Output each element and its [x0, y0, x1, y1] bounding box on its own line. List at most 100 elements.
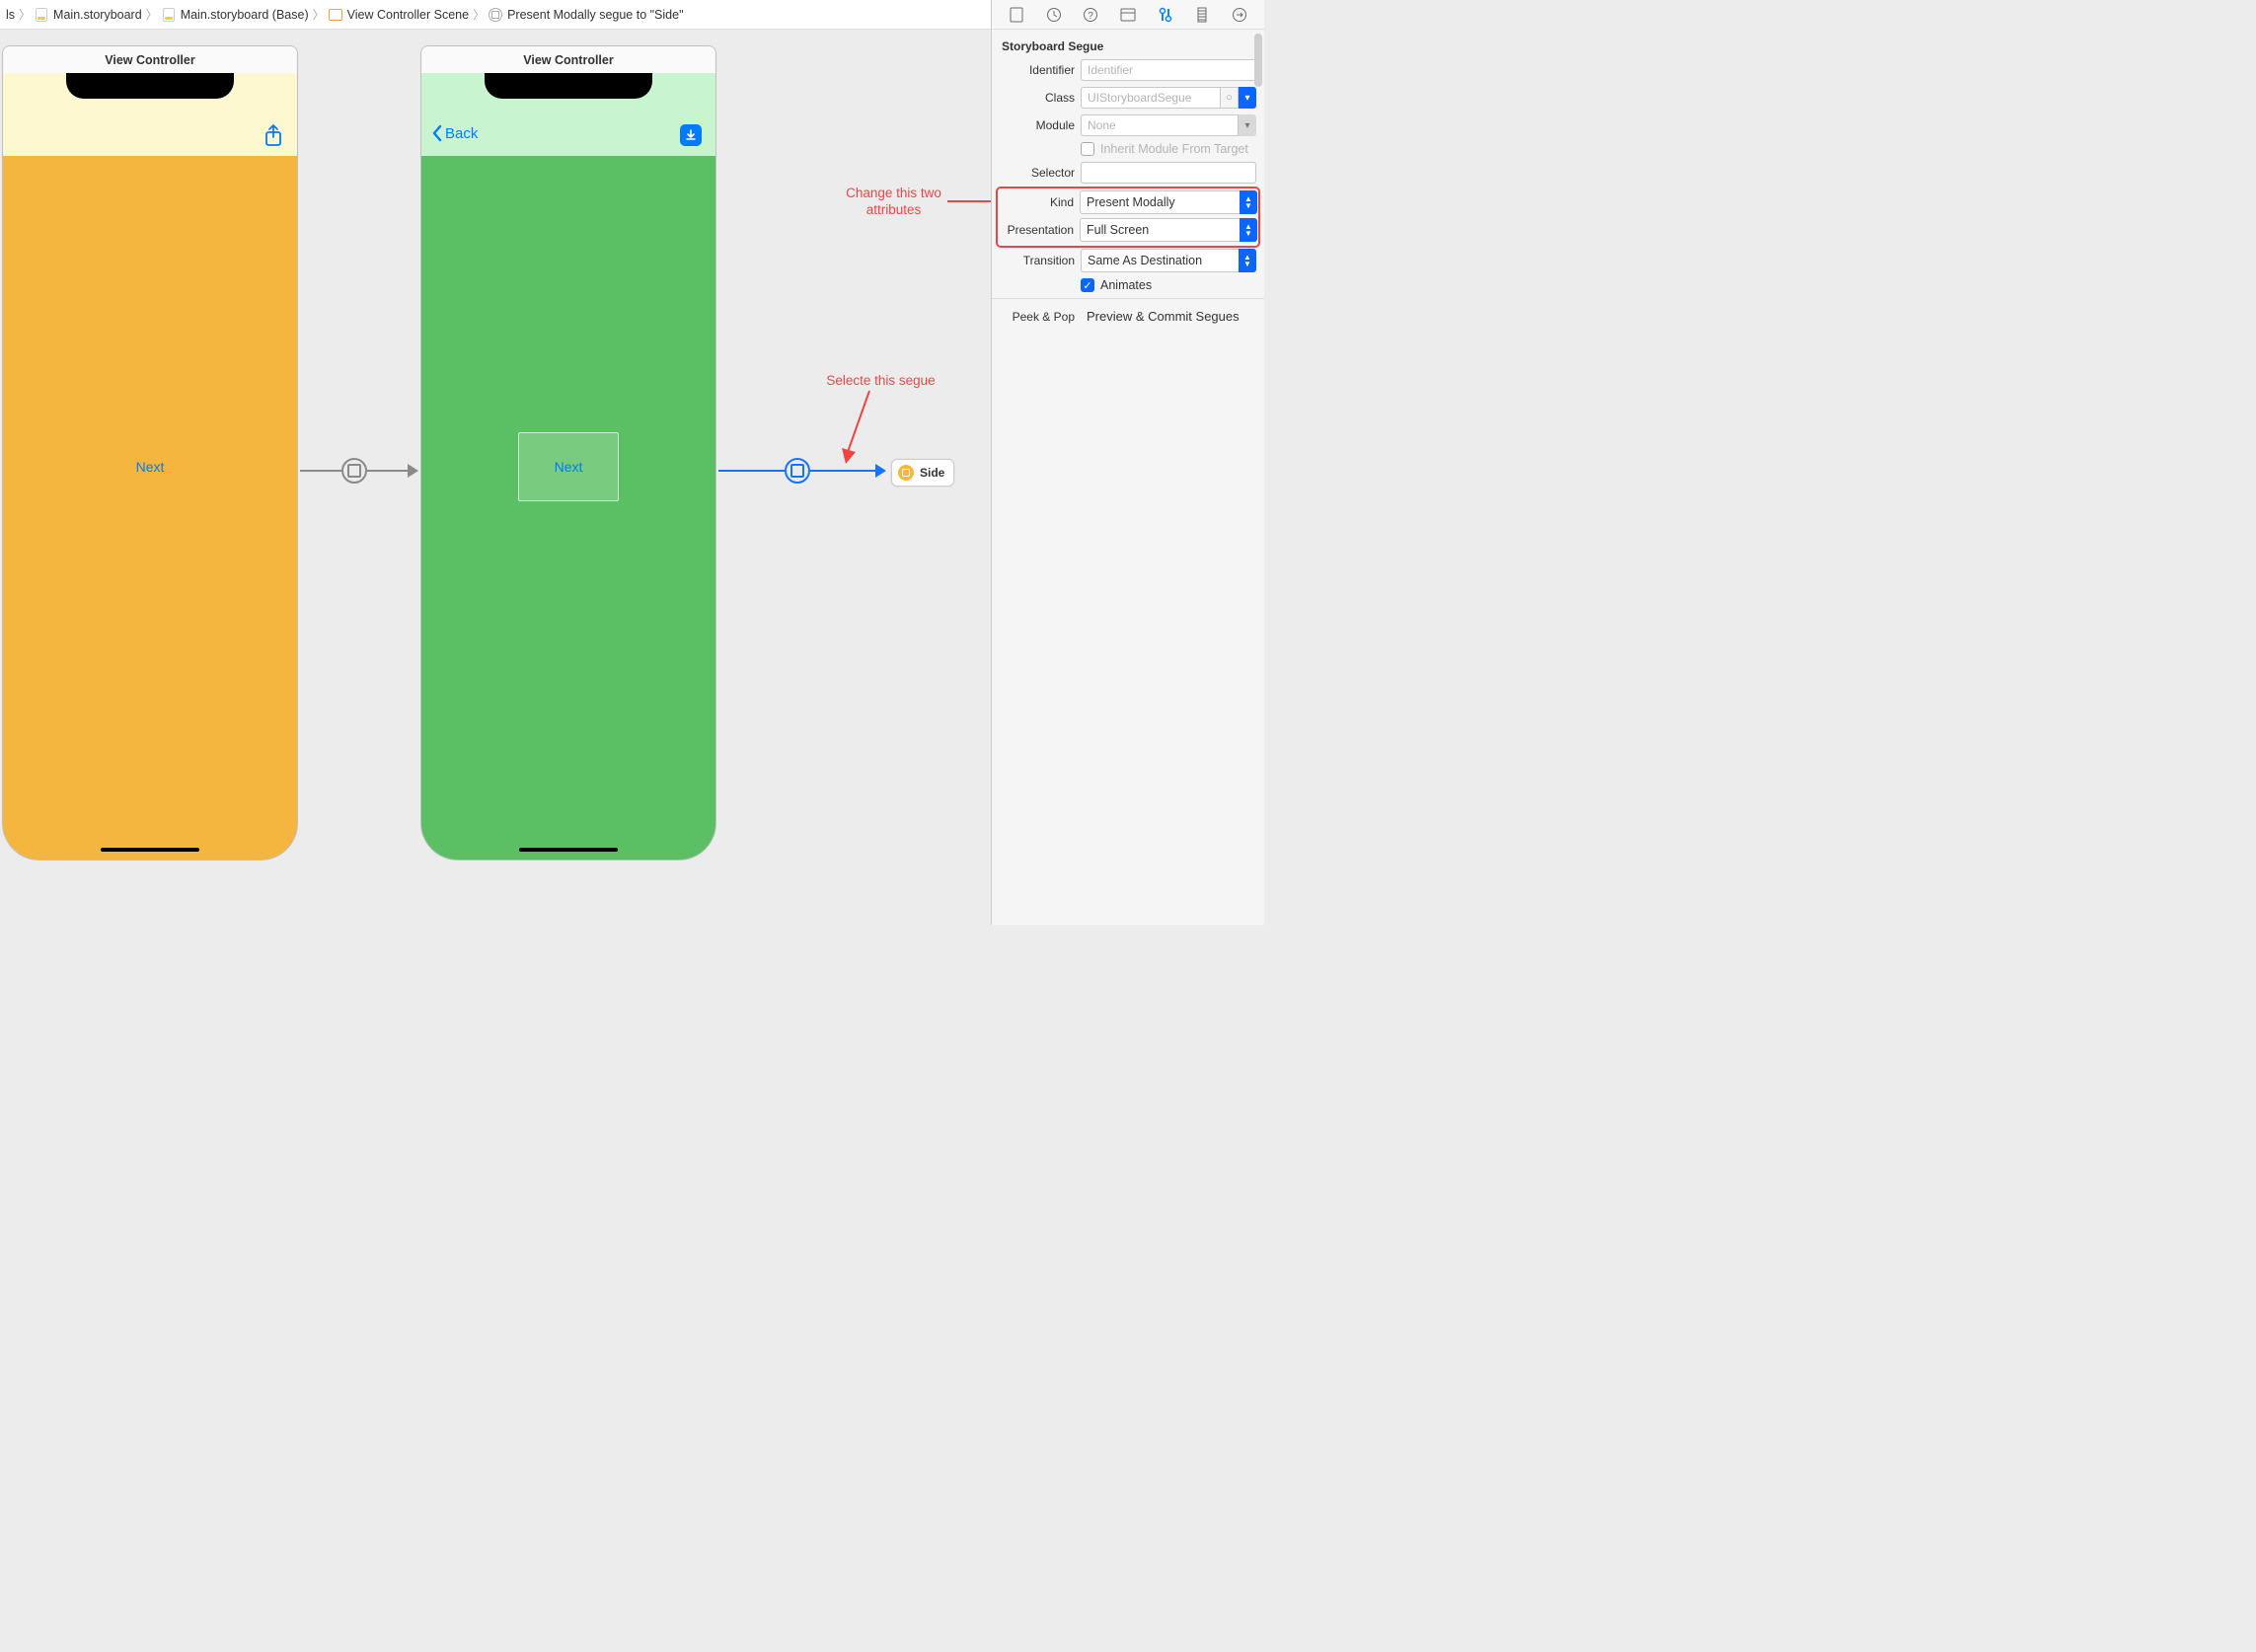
identifier-field[interactable] [1081, 59, 1256, 81]
transition-select[interactable]: Same As Destination ▲▼ [1081, 249, 1256, 272]
crumb-file-label: Main.storyboard [53, 8, 142, 22]
animates-checkbox[interactable]: ✓ [1081, 278, 1094, 292]
segue-line [718, 470, 785, 472]
history-inspector-tab[interactable] [1043, 4, 1065, 26]
label-kind: Kind [999, 195, 1074, 209]
label-class: Class [1000, 91, 1075, 105]
inspector-body: Storyboard Segue Identifier Class ○ ▾ Mo… [992, 30, 1264, 339]
label-peek-pop: Peek & Pop [1000, 310, 1075, 324]
scene-title[interactable]: View Controller [2, 45, 298, 73]
row-animates: ✓ Animates [1000, 278, 1256, 292]
storyboard-file-icon [35, 8, 48, 22]
crumb-scene-label: View Controller Scene [347, 8, 469, 22]
peek-pop-option-label: Preview & Commit Segues [1087, 309, 1240, 324]
svg-text:?: ? [1088, 11, 1093, 22]
identity-inspector-tab[interactable] [1117, 4, 1139, 26]
device-frame: Next [2, 73, 298, 861]
share-icon[interactable] [263, 124, 283, 151]
inherit-module-label: Inherit Module From Target [1100, 142, 1248, 156]
row-kind: Kind Present Modally ▲▼ [999, 190, 1257, 214]
size-inspector-tab[interactable] [1191, 4, 1213, 26]
annotation-text-segue: Selecte this segue [819, 373, 942, 390]
storyboard-file-icon [162, 8, 176, 22]
next-button[interactable]: Next [124, 453, 177, 481]
segue-icon [489, 8, 502, 22]
row-selector: Selector [1000, 162, 1256, 184]
storyboard-reference-label: Side [920, 466, 944, 480]
selector-field[interactable] [1081, 162, 1256, 184]
file-inspector-tab[interactable] [1006, 4, 1027, 26]
crumb-scene[interactable]: View Controller Scene [329, 8, 469, 22]
row-class: Class ○ ▾ [1000, 87, 1256, 109]
segue-node-icon[interactable] [341, 458, 367, 484]
divider [992, 298, 1264, 299]
presentation-value: Full Screen [1080, 218, 1240, 242]
crumb-base[interactable]: Main.storyboard (Base) [162, 8, 309, 22]
chevron-left-icon [431, 124, 443, 142]
segue-line [300, 470, 341, 472]
kind-select[interactable]: Present Modally ▲▼ [1080, 190, 1257, 214]
device-frame: Back Next [420, 73, 716, 861]
chevron-right-icon: 〉 [473, 6, 485, 23]
next-label: Next [555, 459, 583, 475]
download-button[interactable] [680, 124, 702, 146]
row-transition: Transition Same As Destination ▲▼ [1000, 249, 1256, 272]
connections-inspector-tab[interactable] [1229, 4, 1250, 26]
inspector-scrollbar[interactable] [1250, 30, 1264, 925]
device-notch [66, 73, 234, 99]
label-identifier: Identifier [1000, 63, 1075, 77]
segue-arrow-1[interactable] [300, 470, 418, 472]
section-title: Storyboard Segue [1000, 36, 1256, 59]
back-button[interactable]: Back [431, 124, 478, 142]
chevron-right-icon: 〉 [146, 6, 158, 23]
attributes-inspector-tab[interactable] [1155, 4, 1176, 26]
label-transition: Transition [1000, 254, 1075, 267]
inherit-module-checkbox[interactable] [1081, 142, 1094, 156]
kind-value: Present Modally [1080, 190, 1240, 214]
inspector-panel: ? Storyboard Segue Identifier Class ○ ▾ … [991, 0, 1264, 925]
label-selector: Selector [1000, 166, 1075, 180]
clear-class-button[interactable]: ○ [1221, 87, 1239, 109]
class-field[interactable] [1081, 87, 1221, 109]
crumb-segue-label: Present Modally segue to "Side" [507, 8, 683, 22]
arrow-right-icon [408, 464, 418, 478]
scene-title[interactable]: View Controller [420, 45, 716, 73]
segue-line [367, 470, 409, 472]
row-inherit-module: Inherit Module From Target [1000, 142, 1256, 156]
transition-value: Same As Destination [1081, 249, 1239, 272]
breadcrumb: ls 〉 Main.storyboard 〉 Main.storyboard (… [6, 6, 1142, 23]
crumb-root[interactable]: ls [6, 8, 15, 22]
next-container-button[interactable]: Next [518, 432, 619, 501]
segue-node-icon[interactable] [785, 458, 810, 484]
home-indicator [101, 848, 199, 852]
module-field[interactable] [1081, 114, 1239, 136]
storyboard-reference-side[interactable]: Side [891, 459, 954, 487]
chevron-right-icon: 〉 [19, 6, 31, 23]
scene-icon [329, 8, 342, 22]
storyboard-reference-icon [898, 465, 914, 481]
storyboard-canvas[interactable]: View Controller Next View Controller Bac… [0, 30, 991, 925]
download-icon [680, 124, 702, 146]
annotation-arrow-1 [947, 194, 991, 221]
animates-label: Animates [1100, 278, 1152, 292]
row-presentation: Presentation Full Screen ▲▼ [999, 218, 1257, 242]
row-identifier: Identifier [1000, 59, 1256, 81]
label-module: Module [1000, 118, 1075, 132]
presentation-select[interactable]: Full Screen ▲▼ [1080, 218, 1257, 242]
back-label: Back [445, 125, 478, 142]
help-inspector-tab[interactable]: ? [1080, 4, 1101, 26]
device-notch [485, 73, 652, 99]
crumb-root-label: ls [6, 8, 15, 22]
chevron-right-icon: 〉 [313, 6, 325, 23]
scrollbar-thumb[interactable] [1254, 34, 1262, 87]
highlighted-attributes-box: Kind Present Modally ▲▼ Presentation Ful… [999, 189, 1257, 245]
crumb-file[interactable]: Main.storyboard [35, 8, 142, 22]
crumb-segue[interactable]: Present Modally segue to "Side" [489, 8, 683, 22]
annotation-text-attributes: Change this two attributes [837, 186, 950, 219]
inspector-tabs: ? [992, 0, 1264, 30]
row-peek-pop: Peek & Pop Preview & Commit Segues [1000, 305, 1256, 328]
label-presentation: Presentation [999, 223, 1074, 237]
row-module: Module ▾ [1000, 114, 1256, 136]
view-controller-scene-2[interactable]: View Controller Back Next [420, 45, 716, 861]
view-controller-scene-1[interactable]: View Controller Next [2, 45, 298, 861]
